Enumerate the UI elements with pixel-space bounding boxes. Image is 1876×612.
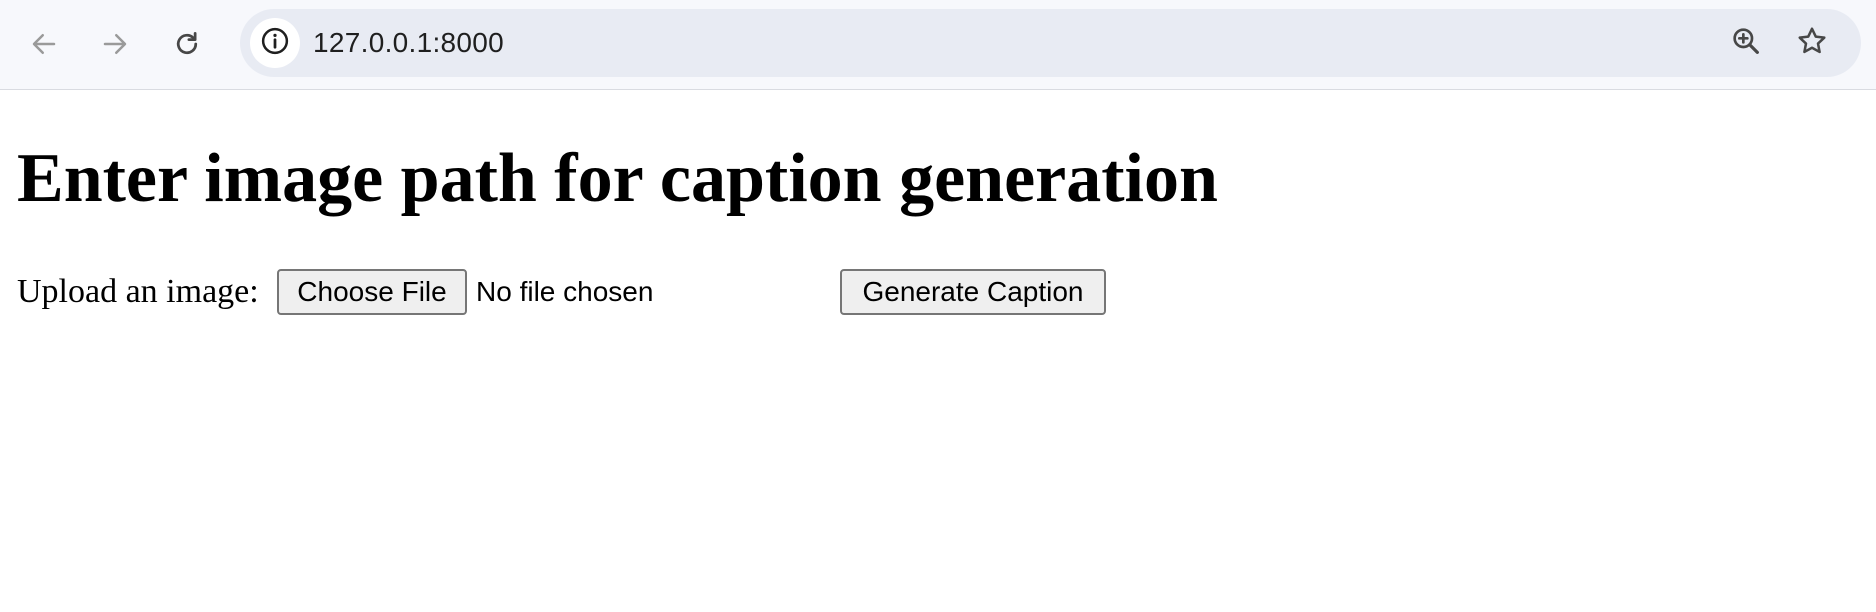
caption-form: Upload an image: Choose File No file cho…	[17, 267, 1217, 317]
reload-icon	[172, 29, 202, 59]
browser-toolbar: 127.0.0.1:8000	[0, 0, 1876, 90]
page-content: Enter image path for caption generation …	[0, 91, 1876, 612]
star-icon	[1796, 25, 1828, 62]
site-info-button[interactable]	[250, 18, 300, 68]
info-icon	[260, 26, 290, 61]
page-title: Enter image path for caption generation	[17, 140, 1218, 217]
address-bar[interactable]: 127.0.0.1:8000	[240, 9, 1861, 77]
url-text[interactable]: 127.0.0.1:8000	[313, 9, 504, 77]
bookmark-button[interactable]	[1792, 23, 1832, 63]
choose-file-button[interactable]: Choose File	[277, 269, 467, 315]
file-status-text: No file chosen	[476, 276, 654, 307]
forward-button[interactable]	[93, 22, 137, 66]
back-button[interactable]	[22, 22, 66, 66]
arrow-right-icon	[100, 29, 130, 59]
upload-label: Upload an image:	[17, 273, 259, 310]
arrow-left-icon	[29, 29, 59, 59]
reload-button[interactable]	[165, 22, 209, 66]
generate-caption-button[interactable]: Generate Caption	[840, 269, 1106, 315]
zoom-button[interactable]	[1726, 23, 1766, 63]
zoom-in-icon	[1730, 25, 1762, 62]
